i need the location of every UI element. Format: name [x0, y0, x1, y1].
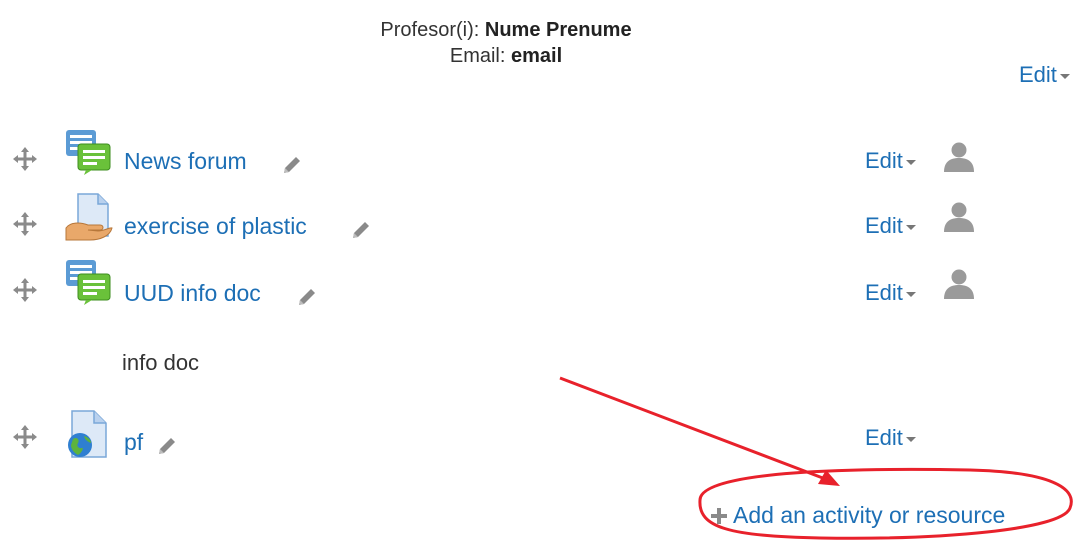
edit-label: Edit [865, 213, 903, 238]
user-icon[interactable] [942, 268, 976, 300]
add-activity-label: Add an activity or resource [733, 502, 1006, 528]
red-annotation-overlay [559, 376, 1073, 540]
teacher-name: Nume Prenume [484, 19, 632, 41]
annotation-arrow-head [818, 470, 840, 486]
chevron-down-icon [905, 437, 916, 442]
edit-label: Edit [865, 425, 903, 450]
activity-link-news-forum[interactable]: News forum [124, 148, 247, 175]
teacher-label: Profesor(i): [380, 19, 485, 41]
move-icon[interactable] [12, 211, 38, 237]
activity-edit-menu[interactable]: Edit [865, 425, 916, 451]
activity-edit-menu[interactable]: Edit [865, 148, 916, 174]
activity-link-pf[interactable]: pf [124, 429, 143, 456]
plus-icon [709, 506, 729, 526]
move-icon[interactable] [12, 424, 38, 450]
pencil-icon[interactable] [156, 435, 178, 457]
section-edit-menu[interactable]: Edit [1019, 62, 1070, 88]
assignment-icon [64, 192, 114, 242]
user-icon[interactable] [942, 201, 976, 233]
activity-description: info doc [122, 350, 200, 375]
add-activity-or-resource-link[interactable]: Add an activity or resource [709, 502, 1005, 529]
pencil-icon[interactable] [296, 286, 318, 308]
move-icon[interactable] [12, 277, 38, 303]
chevron-down-icon [905, 225, 916, 230]
pencil-icon[interactable] [281, 154, 303, 176]
chevron-down-icon [905, 160, 916, 165]
edit-label: Edit [865, 148, 903, 173]
chevron-down-icon [1059, 74, 1070, 79]
forum-icon [64, 128, 114, 176]
forum-icon [64, 258, 114, 306]
section-edit-label: Edit [1019, 62, 1057, 87]
edit-label: Edit [865, 280, 903, 305]
email-label: Email: [449, 45, 511, 67]
email-value: email [510, 45, 563, 67]
teacher-line: Profesor(i): Nume Prenume [296, 18, 716, 42]
email-line: Email: email [296, 44, 716, 68]
activity-link-uud-info-doc[interactable]: UUD info doc [124, 280, 261, 307]
pencil-icon[interactable] [350, 219, 372, 241]
url-icon [64, 409, 110, 459]
activity-edit-menu[interactable]: Edit [865, 213, 916, 239]
annotation-arrow-line [559, 376, 829, 482]
move-icon[interactable] [12, 146, 38, 172]
user-icon[interactable] [942, 141, 976, 173]
chevron-down-icon [905, 292, 916, 297]
activity-edit-menu[interactable]: Edit [865, 280, 916, 306]
activity-link-exercise-of-plastic[interactable]: exercise of plastic [124, 213, 307, 240]
